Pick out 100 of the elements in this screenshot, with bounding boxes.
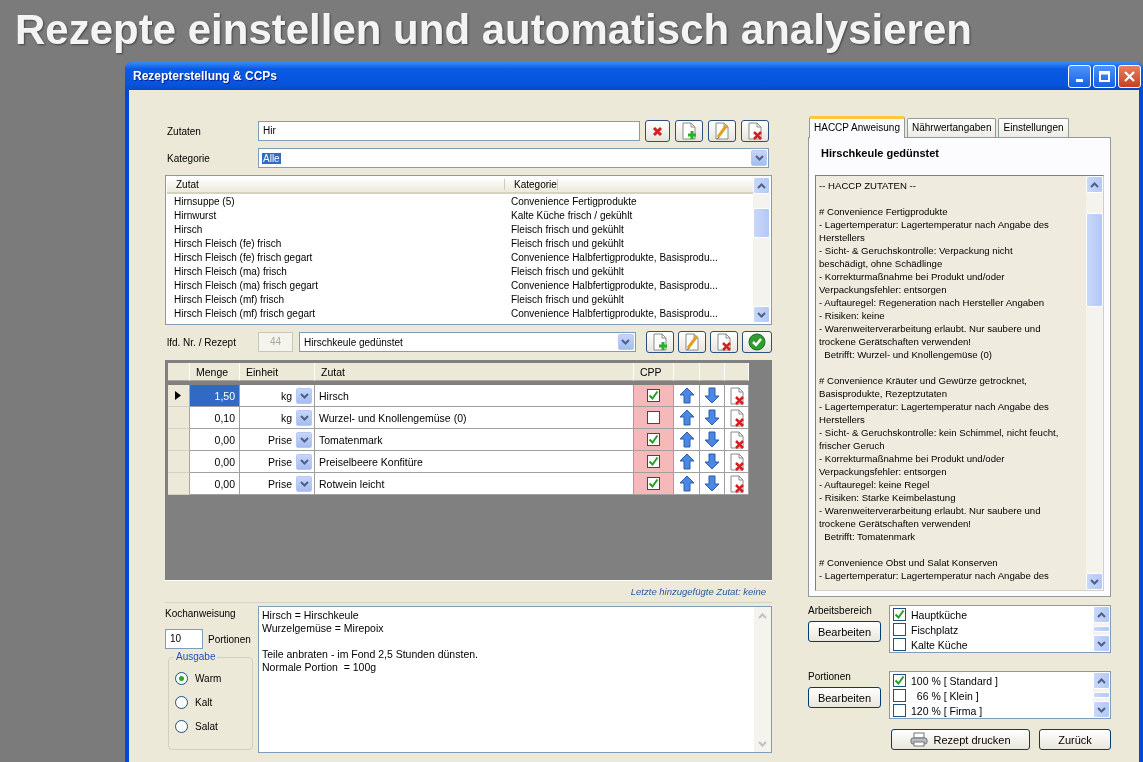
ingredient-name[interactable]: Hirsch Fleisch (ma) frisch (167, 265, 505, 277)
category-name[interactable]: Fleisch frisch und gekühlt (505, 293, 624, 305)
portions-field[interactable]: 10 (165, 629, 203, 649)
delete-row-icon[interactable] (728, 452, 745, 471)
ingredient-list[interactable] (165, 175, 772, 325)
dropdown-button[interactable] (751, 150, 767, 166)
dropdown-button[interactable] (296, 431, 312, 448)
delete-button[interactable] (741, 120, 769, 142)
tab[interactable]: Einstellungen (998, 118, 1069, 137)
checkbox[interactable] (893, 623, 906, 636)
category-name[interactable]: Convenience Fertigprodukte (505, 195, 637, 207)
checkbox[interactable] (647, 455, 660, 468)
table-cell[interactable]: Tomatenmark (315, 429, 634, 451)
category-name[interactable]: Convenience Halbfertigprodukte, Basisprodu... (505, 279, 718, 291)
category-name[interactable]: Convenience Halbfertigprodukte, Basisprodu... (505, 251, 718, 263)
ingredient-name[interactable]: Hirsch (167, 223, 505, 235)
add-button[interactable] (675, 120, 703, 142)
table-cell[interactable]: Wurzel- und Knollengemüse (0) (315, 407, 634, 429)
down-arrow-icon[interactable] (704, 475, 720, 492)
table-cell[interactable]: 0,10 (190, 407, 240, 429)
scrollbar[interactable] (1093, 606, 1110, 652)
back-button[interactable]: Zurück (1039, 729, 1111, 750)
scrollbar[interactable] (1093, 672, 1110, 718)
dropdown-button[interactable] (296, 387, 312, 404)
dropdown-button[interactable] (296, 475, 312, 492)
scrollbar[interactable] (1086, 176, 1103, 590)
tab[interactable]: Nährwertangaben (907, 118, 997, 137)
checkbox[interactable] (893, 638, 906, 651)
up-arrow-icon[interactable] (678, 431, 695, 448)
radio-button[interactable] (175, 696, 188, 709)
category-dropdown[interactable]: Alle (258, 148, 769, 168)
radio-label[interactable]: Salat (195, 721, 218, 732)
table-cell[interactable]: Preiselbeere Konfitüre (315, 451, 634, 473)
edit-button[interactable]: Bearbeiten (808, 621, 881, 642)
unit-value[interactable]: Prise (268, 477, 292, 490)
delete-row-icon[interactable] (728, 408, 745, 427)
up-arrow-icon[interactable] (678, 409, 695, 426)
unit-value[interactable]: Prise (268, 455, 292, 468)
radio-label[interactable]: Warm (195, 673, 222, 684)
checklist[interactable]: 100 % [ Standard ] 66 % [ Klein ] 120 % [ Firma ] (889, 671, 1111, 719)
unit-value[interactable]: kg (280, 389, 292, 402)
checkbox[interactable] (647, 433, 660, 446)
minimize-button[interactable] (1068, 64, 1091, 88)
recipe-dropdown[interactable]: Hirschkeule gedünstet (298, 332, 636, 352)
checklist-item[interactable]: 66 % [ Klein ] (911, 689, 979, 702)
column-header[interactable]: Einheit (240, 363, 315, 381)
ingredient-name[interactable]: Hirsch Fleisch (fe) frisch (167, 237, 505, 249)
unit-value[interactable]: Prise (268, 433, 292, 446)
dropdown-button[interactable] (296, 453, 312, 470)
radio-label[interactable]: Kalt (195, 697, 213, 708)
column-header[interactable]: Zutat (315, 363, 634, 381)
scrollbar[interactable] (753, 177, 770, 323)
column-header[interactable]: Kategorie (505, 179, 558, 190)
checklist[interactable]: Hauptküche Fischplatz Kalte Küche (889, 605, 1111, 653)
edit-button[interactable] (678, 331, 706, 353)
maximize-button[interactable] (1093, 64, 1116, 88)
checkbox[interactable] (893, 689, 906, 702)
table-cell[interactable]: 0,00 (190, 429, 240, 451)
row-header[interactable] (168, 385, 190, 407)
delete-row-icon[interactable] (728, 474, 745, 493)
checklist-item[interactable]: 100 % [ Standard ] (911, 674, 998, 687)
delete-row-icon[interactable] (728, 430, 745, 449)
category-name[interactable]: Convenience Halbfertigprodukte, Basisprodu... (505, 307, 718, 319)
down-arrow-icon[interactable] (704, 409, 720, 426)
add-button[interactable] (646, 331, 674, 353)
clear-button[interactable] (645, 120, 670, 142)
checklist-item[interactable]: Kalte Küche (911, 638, 968, 651)
checkbox[interactable] (893, 674, 906, 687)
column-header[interactable]: Zutat (167, 179, 505, 190)
down-arrow-icon[interactable] (704, 431, 720, 448)
table-cell[interactable]: 0,00 (190, 451, 240, 473)
checkbox[interactable] (893, 608, 906, 621)
table-cell[interactable]: Hirsch (315, 385, 634, 407)
ingredient-name[interactable]: Hirsch Fleisch (mf) frisch (167, 293, 505, 305)
unit-value[interactable]: kg (280, 411, 292, 424)
category-name[interactable]: Fleisch frisch und gekühlt (505, 265, 624, 277)
edit-button[interactable] (708, 120, 736, 142)
radio-button[interactable] (175, 672, 188, 685)
scrollbar-thumb[interactable] (1086, 213, 1103, 307)
down-arrow-icon[interactable] (704, 453, 720, 470)
column-header[interactable]: Menge (190, 363, 240, 381)
up-arrow-icon[interactable] (678, 387, 695, 404)
table-cell[interactable]: 1,50 (190, 385, 240, 407)
checkbox[interactable] (647, 411, 660, 424)
up-arrow-icon[interactable] (678, 453, 695, 470)
category-name[interactable]: Fleisch frisch und gekühlt (505, 223, 624, 235)
checkbox[interactable] (647, 389, 660, 402)
dropdown-button[interactable] (296, 409, 312, 426)
ingredient-name[interactable]: Hirsch Fleisch (mf) frisch gegart (167, 307, 505, 319)
category-name[interactable]: Kalte Küche frisch / gekühlt (505, 209, 633, 221)
checklist-item[interactable]: Fischplatz (911, 623, 959, 636)
category-name[interactable]: Fleisch frisch und gekühlt (505, 237, 624, 249)
print-button[interactable]: Rezept drucken (891, 729, 1030, 750)
up-arrow-icon[interactable] (678, 475, 695, 492)
ingredient-name[interactable]: Hirnsuppe (5) (167, 195, 505, 207)
confirm-button[interactable] (742, 331, 772, 353)
delete-button[interactable] (710, 331, 738, 353)
table-cell[interactable]: Rotwein leicht (315, 473, 634, 495)
scrollbar-thumb[interactable] (1093, 626, 1110, 632)
delete-row-icon[interactable] (728, 386, 745, 405)
